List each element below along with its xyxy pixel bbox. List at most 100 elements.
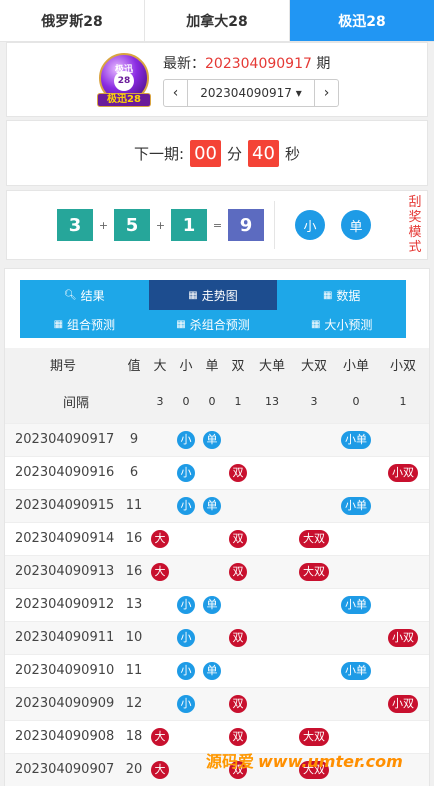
row-cell-shuang: 双 (225, 620, 251, 654)
badge-dan: 单 (203, 595, 221, 614)
row-cell-da (147, 620, 173, 654)
badge-xiao: 小 (177, 430, 195, 449)
row-cell-shuang: 双 (225, 521, 251, 555)
row-issue: 202304090915 (5, 488, 121, 522)
badge-xiao: 小 (177, 628, 195, 647)
row-cell-xiaodan: 小单 (335, 587, 377, 621)
menu-row-2: ▦ 组合预测 ▦ 杀组合预测 ▦ 大小预测 (20, 310, 407, 338)
chart-icon: ▦ (322, 289, 333, 301)
row-cell-da: 大 (147, 554, 173, 588)
row-cell-dashuang (293, 653, 335, 687)
menu-row-1: 🔍︎ 结果 ▦ 走势图 ▦ 数据 (20, 280, 407, 310)
row-issue: 202304090908 (5, 719, 121, 753)
row-cell-xiao (173, 521, 199, 555)
row-cell-dadan (251, 587, 293, 621)
col-big-odd: 大单 (251, 348, 293, 380)
table-row: 202304090912 13 小单 小单 (5, 587, 429, 621)
badge-dashuang: 大双 (299, 529, 329, 548)
badge-xiao: 小 (177, 661, 195, 680)
tab-russia28[interactable]: 俄罗斯28 (0, 0, 145, 41)
col-odd: 单 (199, 348, 225, 380)
lottery-tabs: 俄罗斯28 加拿大28 极迅28 (0, 0, 434, 42)
row-cell-xiaoshuang (377, 653, 429, 687)
minutes-unit: 分 (227, 144, 243, 163)
menu-kill-combo-button[interactable]: ▦ 杀组合预测 (148, 310, 278, 338)
row-cell-dan (199, 686, 225, 720)
plus-sign: + (98, 218, 109, 232)
row-cell-xiaodan (335, 521, 377, 555)
col-big: 大 (147, 348, 173, 380)
menu-trend-label: 走势图 (201, 288, 238, 303)
row-issue: 202304090914 (5, 521, 121, 555)
row-cell-dashuang (293, 422, 335, 456)
menu-data-label: 数据 (336, 288, 361, 303)
row-value: 16 (121, 521, 147, 555)
col-small-odd: 小单 (335, 348, 377, 380)
latest-info: 最新：202304090917 期 ‹ 202304090917 ▾ › (163, 53, 339, 107)
menu-combo-predict-button[interactable]: ▦ 组合预测 (20, 310, 149, 338)
row-value: 12 (121, 686, 147, 720)
tab-canada28[interactable]: 加拿大28 (145, 0, 290, 41)
scratch-mode-link[interactable]: 刮奖模式 (408, 195, 422, 255)
row-cell-xiao (173, 554, 199, 588)
menu-data-button[interactable]: ▦ 数据 (277, 280, 407, 310)
menu-trend-button[interactable]: ▦ 走势图 (148, 280, 278, 310)
trend-table: 期号 值 大 小 单 双 大单 大双 小单 小双 间隔 3 0 0 1 13 3… (5, 348, 429, 786)
row-cell-xiaoshuang (377, 554, 429, 588)
prev-issue-button[interactable]: ‹ (164, 79, 188, 106)
row-cell-dan (199, 554, 225, 588)
row-issue: 202304090917 (5, 422, 121, 456)
row-cell-da (147, 488, 173, 522)
row-cell-xiaoshuang (377, 488, 429, 522)
row-cell-da: 大 (147, 521, 173, 555)
badge-shuang: 双 (229, 628, 247, 647)
key-icon: 🔍︎ (63, 289, 77, 301)
badge-xiaodan: 小单 (341, 496, 371, 515)
gap-value: 0 (335, 380, 377, 423)
badge-xiao: 小 (177, 463, 195, 482)
row-cell-shuang (225, 422, 251, 456)
result-number-2: 5 (114, 209, 150, 241)
row-cell-dadan (251, 686, 293, 720)
next-issue-button[interactable]: › (314, 79, 338, 106)
row-cell-dadan (251, 554, 293, 588)
table-row: 202304090917 9 小单 小单 (5, 422, 429, 456)
row-cell-xiaoshuang: 小双 (377, 620, 429, 654)
issue-dropdown[interactable]: 202304090917 ▾ (188, 80, 314, 106)
row-cell-xiaodan (335, 620, 377, 654)
row-cell-dan (199, 620, 225, 654)
row-issue: 202304090912 (5, 587, 121, 621)
badge-xiaoshuang: 小双 (388, 463, 418, 482)
chart-icon: ▦ (188, 289, 198, 301)
result-sum: 9 (228, 209, 264, 241)
table-header-row: 期号 值 大 小 单 双 大单 大双 小单 小双 (5, 348, 429, 380)
row-cell-xiaoshuang (377, 422, 429, 456)
game-logo: 极迅 28 极迅28 (95, 51, 153, 109)
row-cell-da (147, 455, 173, 489)
row-cell-shuang (225, 488, 251, 522)
row-value: 13 (121, 587, 147, 621)
row-cell-dashuang (293, 488, 335, 522)
row-cell-da (147, 653, 173, 687)
logo-ball-text: 极迅 (114, 64, 133, 75)
result-number-3: 1 (171, 209, 207, 241)
row-cell-dashuang (293, 455, 335, 489)
row-issue: 202304090907 (5, 752, 121, 786)
col-big-even: 大双 (293, 348, 335, 380)
parity-result-badge: 单 (341, 210, 371, 240)
tab-jixun28[interactable]: 极迅28 (290, 0, 434, 41)
row-cell-xiao: 小 (173, 422, 199, 456)
menu-results-button[interactable]: 🔍︎ 结果 (20, 280, 149, 310)
row-cell-dadan (251, 422, 293, 456)
table-row: 202304090913 16 大双大双 (5, 554, 429, 588)
equals-sign: = (212, 218, 223, 232)
menu-size-predict-button[interactable]: ▦ 大小预测 (277, 310, 407, 338)
row-cell-xiaodan (335, 455, 377, 489)
row-cell-dan (199, 455, 225, 489)
size-result-badge: 小 (295, 210, 325, 240)
col-small-even: 小双 (377, 348, 429, 380)
col-small: 小 (173, 348, 199, 380)
row-cell-da (147, 587, 173, 621)
table-row: 202304090909 12 小双小双 (5, 686, 429, 720)
row-cell-dan (199, 521, 225, 555)
